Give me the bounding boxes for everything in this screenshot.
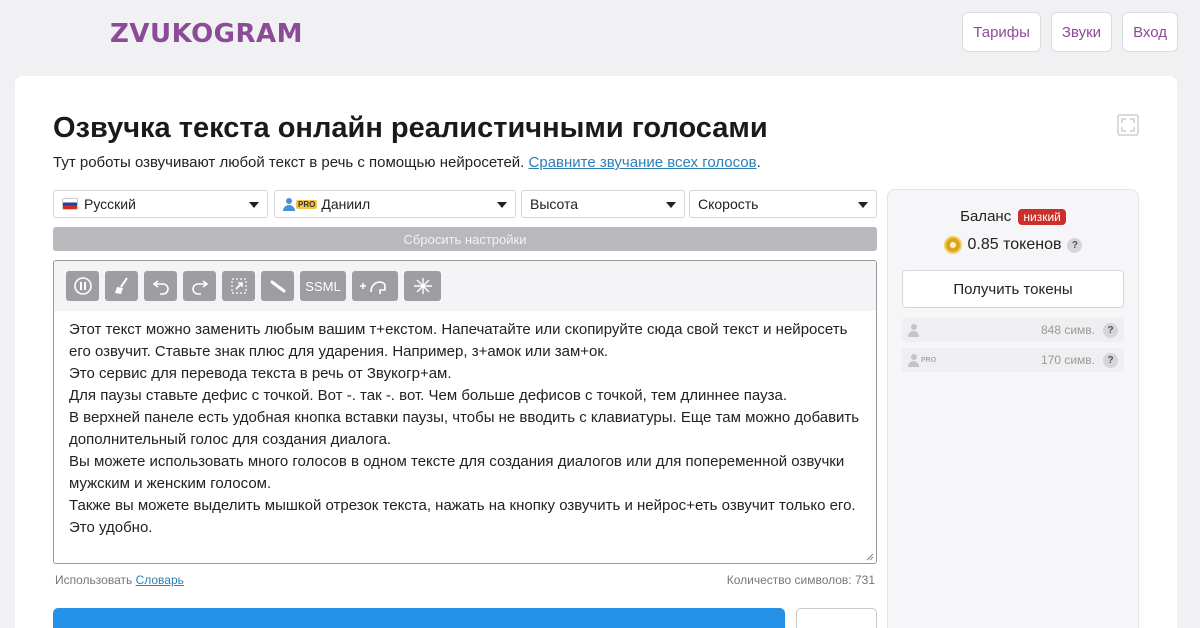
cursor-icon — [230, 278, 247, 294]
editor-line: Это сервис для перевода текста в речь от… — [69, 365, 452, 382]
balance-title: Баланс низкий — [888, 208, 1138, 225]
stress-button[interactable] — [222, 271, 255, 301]
editor-line: Вы можете использовать много голосов в о… — [69, 453, 845, 470]
redo-button[interactable] — [183, 271, 216, 301]
dictionary-row: Использовать Словарь — [55, 573, 184, 587]
magic-icon — [413, 278, 432, 294]
balance-panel: Баланс низкий 0.85 токенов ? Получить то… — [887, 189, 1139, 628]
editor-line: Это удобно. — [69, 519, 153, 536]
token-balance: 0.85 токенов ? — [888, 236, 1138, 254]
clear-button[interactable] — [105, 271, 138, 301]
user-icon — [283, 197, 295, 211]
speed-value: Скорость — [698, 196, 759, 212]
editor-line: мужским и женским голосом. — [69, 475, 272, 492]
chevron-down-icon — [249, 202, 259, 208]
free-limit-row: 848 симв. ? — [902, 318, 1124, 342]
balance-label: Баланс — [960, 208, 1012, 225]
russia-flag-icon — [62, 198, 78, 210]
pause-icon — [73, 277, 92, 295]
editor-textarea[interactable]: Этот текст можно заменить любым вашим т+… — [54, 311, 876, 539]
soundwave-icon — [20, 13, 99, 55]
resize-handle-icon[interactable] — [864, 551, 874, 561]
add-voice-icon — [360, 281, 386, 294]
char-count: Количество символов: 731 — [726, 573, 875, 587]
coin-icon — [943, 236, 962, 254]
status-badge: низкий — [1018, 209, 1066, 225]
token-amount: 0.85 токенов — [967, 236, 1062, 253]
subtitle-end: . — [756, 154, 761, 171]
secondary-button[interactable] — [796, 608, 877, 628]
redo-icon — [191, 280, 208, 295]
use-label: Использовать — [55, 573, 133, 587]
pen-icon — [270, 280, 285, 293]
editor-line: дополнительный голос для создания диалог… — [69, 431, 392, 448]
pro-label: PRO — [921, 356, 937, 364]
pro-limit-value: 170 симв. — [1040, 353, 1095, 367]
help-icon[interactable]: ? — [1067, 237, 1083, 253]
pen-button[interactable] — [261, 271, 294, 301]
text-editor: SSML Этот текст можно заменить любым ваш… — [53, 260, 877, 564]
voice-value: Даниил — [321, 196, 371, 212]
pause-button[interactable] — [66, 271, 99, 301]
voice-select[interactable]: PRO Даниил — [274, 190, 516, 218]
reset-settings-button[interactable]: Сбросить настройки — [53, 227, 877, 251]
pro-badge: PRO — [296, 199, 318, 209]
page-subtitle: Тут роботы озвучивают любой текст в речь… — [53, 154, 761, 171]
editor-line: Этот текст можно заменить любым вашим т+… — [69, 321, 848, 338]
editor-line: В верхней панеле есть удобная кнопка вст… — [69, 409, 860, 426]
chevron-down-icon — [666, 202, 676, 208]
user-icon — [908, 323, 919, 337]
ssml-button[interactable]: SSML — [300, 271, 346, 301]
chevron-down-icon — [858, 202, 868, 208]
language-value: Русский — [84, 196, 136, 212]
pitch-select[interactable]: Высота — [521, 190, 685, 218]
pitch-value: Высота — [530, 196, 579, 212]
magic-button[interactable] — [404, 271, 441, 301]
editor-line: его озвучит. Ставьте знак плюс для ударе… — [69, 343, 609, 360]
broom-icon — [114, 277, 128, 294]
nav-pricing-button[interactable]: Тарифы — [962, 12, 1041, 52]
chevron-down-icon — [497, 202, 507, 208]
subtitle-text: Тут роботы озвучивают любой текст в речь… — [53, 154, 525, 171]
editor-line: Также вы можете выделить мышкой отрезок … — [69, 497, 856, 514]
fullscreen-icon[interactable] — [1117, 114, 1139, 136]
speed-select[interactable]: Скорость — [689, 190, 877, 218]
editor-toolbar: SSML — [54, 261, 876, 311]
help-icon[interactable]: ? — [1103, 352, 1118, 368]
nav-sounds-button[interactable]: Звуки — [1050, 12, 1113, 52]
language-select[interactable]: Русский — [53, 190, 268, 218]
undo-button[interactable] — [144, 271, 177, 301]
user-icon — [908, 353, 919, 367]
pro-limit-row: PRO 170 симв. ? — [902, 348, 1124, 372]
voice-over-button[interactable] — [53, 608, 785, 628]
editor-line: Для паузы ставьте дефис с точкой. Вот -.… — [69, 387, 787, 404]
nav-login-button[interactable]: Вход — [1122, 12, 1178, 52]
undo-icon — [152, 280, 169, 295]
page-title: Озвучка текста онлайн реалистичными голо… — [53, 112, 768, 144]
compare-voices-link[interactable]: Сравните звучание всех голосов — [529, 154, 757, 171]
help-icon[interactable]: ? — [1103, 322, 1118, 338]
free-limit-value: 848 симв. — [1040, 323, 1095, 337]
top-nav: Тарифы Звуки Вход — [962, 12, 1178, 52]
main-card: Озвучка текста онлайн реалистичными голо… — [15, 76, 1177, 628]
get-tokens-button[interactable]: Получить токены — [902, 270, 1124, 308]
logo-text: ZVUKOGRAM — [110, 19, 304, 49]
dictionary-link[interactable]: Словарь — [136, 573, 184, 587]
logo[interactable]: ZVUKOGRAM — [18, 12, 303, 56]
add-voice-button[interactable] — [352, 271, 398, 301]
